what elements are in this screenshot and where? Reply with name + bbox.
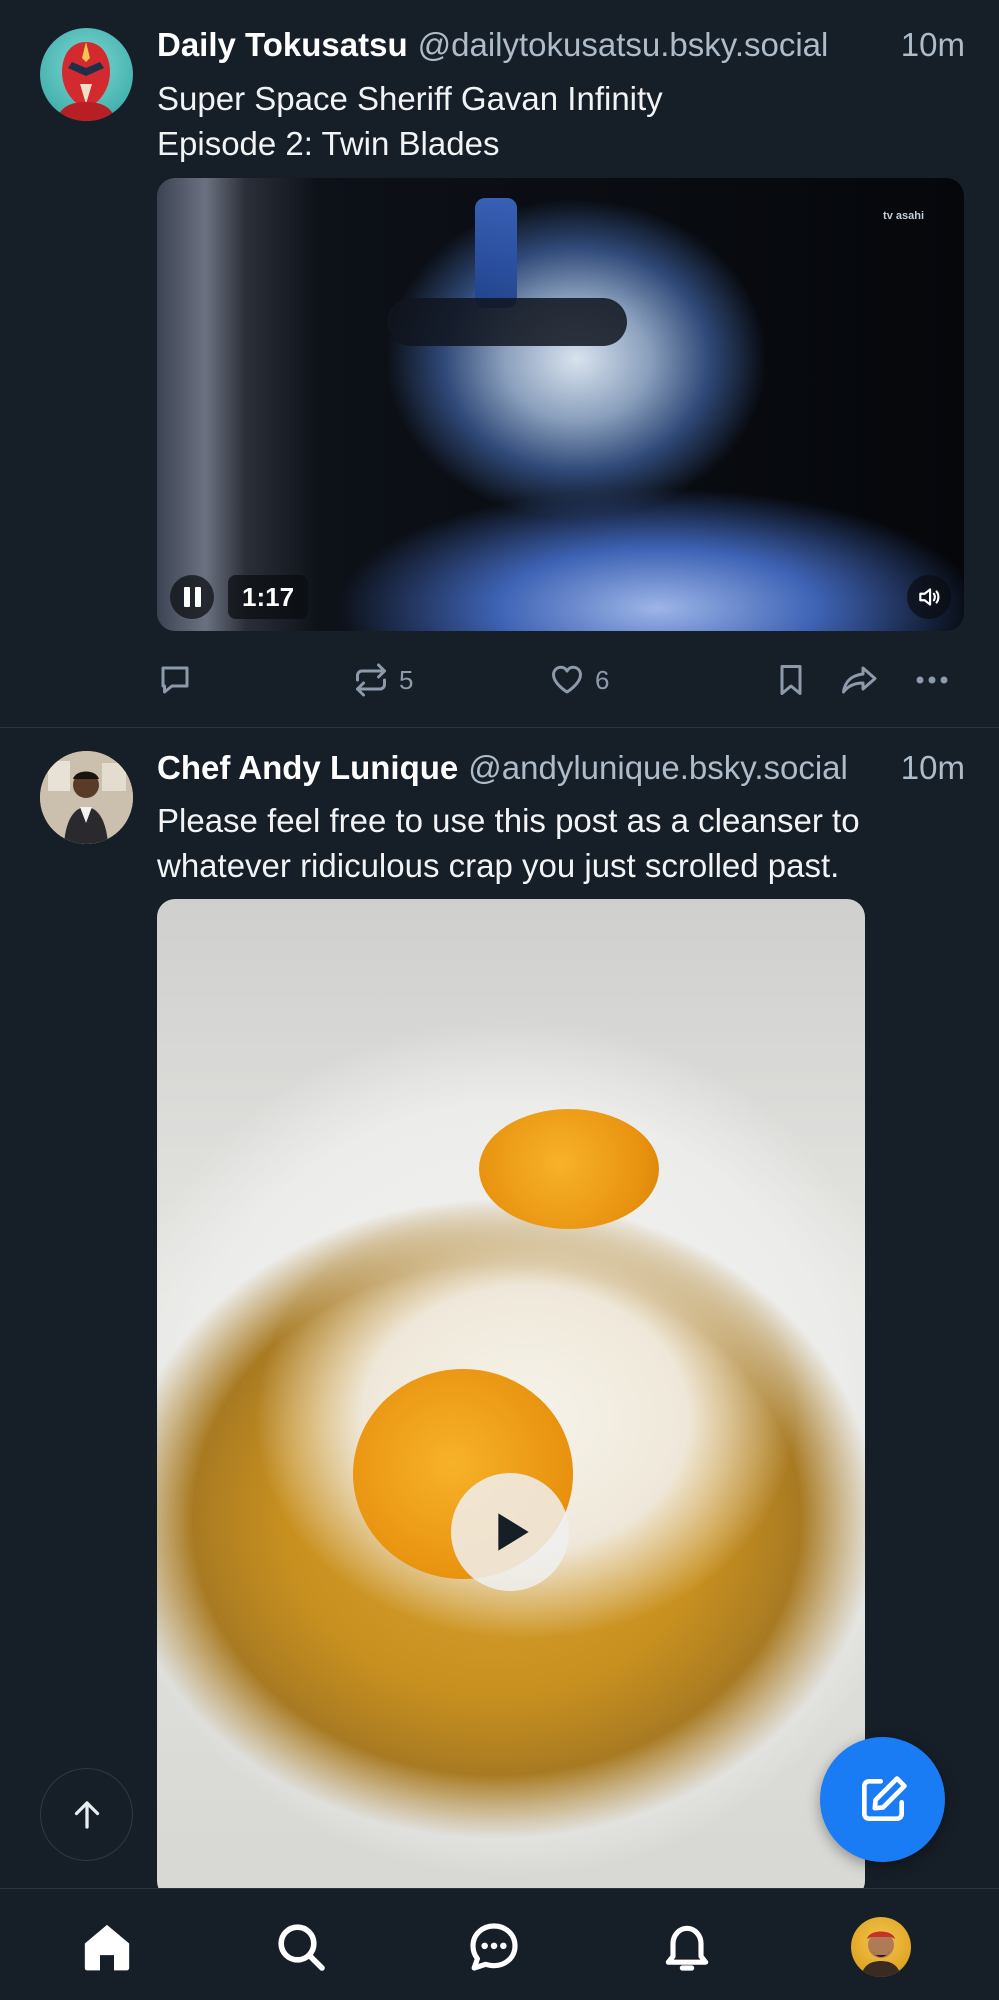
- video-duration: 1:17: [228, 575, 309, 619]
- avatar[interactable]: [40, 751, 133, 844]
- post-text: Please feel free to use this post as a c…: [157, 798, 965, 888]
- video-player[interactable]: tv asahi 1:17: [157, 178, 964, 631]
- author-handle[interactable]: @dailytokusatsu.bsky.social: [418, 26, 829, 64]
- repost-button[interactable]: 5: [353, 655, 413, 705]
- search-icon: [278, 1924, 325, 1971]
- share-icon: [842, 666, 877, 694]
- volume-button[interactable]: [907, 575, 951, 619]
- video-frame-detail: [475, 198, 517, 308]
- post-chef-andy-lunique[interactable]: Chef Andy Lunique @andylunique.bsky.soci…: [0, 729, 999, 1888]
- nav-chat[interactable]: [464, 1917, 524, 1977]
- play-icon: [498, 1513, 529, 1551]
- post-time[interactable]: 10m: [887, 26, 965, 64]
- nav-home[interactable]: [77, 1917, 137, 1977]
- compose-button[interactable]: [820, 1737, 945, 1862]
- compose-icon: [861, 1775, 907, 1821]
- bookmark-icon: [780, 665, 802, 695]
- profile-avatar-icon: [861, 1931, 901, 1977]
- video-watermark: tv asahi: [883, 210, 924, 222]
- post-text-line: whatever ridiculous crap you just scroll…: [157, 847, 840, 884]
- post-text-line: Super Space Sheriff Gavan Infinity: [157, 80, 663, 117]
- more-icon: [916, 676, 948, 684]
- more-button[interactable]: [912, 655, 952, 705]
- nav-search[interactable]: [271, 1917, 331, 1977]
- scroll-to-top-button[interactable]: [40, 1768, 133, 1861]
- nav-profile-avatar[interactable]: [851, 1917, 911, 1977]
- author-handle[interactable]: @andylunique.bsky.social: [468, 749, 848, 787]
- repost-icon: [356, 663, 386, 697]
- video-player[interactable]: [157, 899, 865, 1888]
- feed: Daily Tokusatsu @dailytokusatsu.bsky.soc…: [0, 0, 999, 1888]
- bell-icon: [665, 1925, 709, 1971]
- author-name[interactable]: Daily Tokusatsu: [157, 26, 408, 64]
- post-text-line: Please feel free to use this post as a c…: [157, 802, 860, 839]
- like-button[interactable]: 6: [549, 655, 609, 705]
- post-header: Chef Andy Lunique @andylunique.bsky.soci…: [157, 749, 965, 787]
- home-icon: [84, 1924, 130, 1971]
- bottom-nav: [0, 1888, 999, 2000]
- video-frame-detail: [479, 1109, 659, 1229]
- heart-icon: [552, 665, 582, 694]
- pause-button[interactable]: [170, 575, 214, 619]
- post-time[interactable]: 10m: [887, 749, 965, 787]
- pause-icon: [183, 587, 190, 607]
- post-header: Daily Tokusatsu @dailytokusatsu.bsky.soc…: [157, 26, 965, 64]
- repost-count: 5: [399, 664, 414, 695]
- author-name[interactable]: Chef Andy Lunique: [157, 749, 458, 787]
- nav-notifications[interactable]: [657, 1917, 717, 1977]
- reply-button[interactable]: [157, 655, 193, 705]
- post-text-line: Episode 2: Twin Blades: [157, 125, 500, 162]
- avatar[interactable]: [40, 28, 133, 121]
- post-actions: 5 6: [157, 655, 965, 705]
- play-button[interactable]: [451, 1473, 569, 1591]
- arrow-up-icon: [74, 1800, 99, 1829]
- like-count: 6: [595, 664, 610, 695]
- video-frame-detail: [387, 298, 627, 346]
- post-daily-tokusatsu[interactable]: Daily Tokusatsu @dailytokusatsu.bsky.soc…: [0, 0, 999, 728]
- post-text: Super Space Sheriff Gavan Infinity Episo…: [157, 76, 965, 166]
- chat-icon: [470, 1923, 518, 1971]
- share-button[interactable]: [840, 655, 880, 705]
- bookmark-button[interactable]: [773, 655, 809, 705]
- speaker-icon: [919, 588, 940, 606]
- reply-icon: [161, 666, 189, 694]
